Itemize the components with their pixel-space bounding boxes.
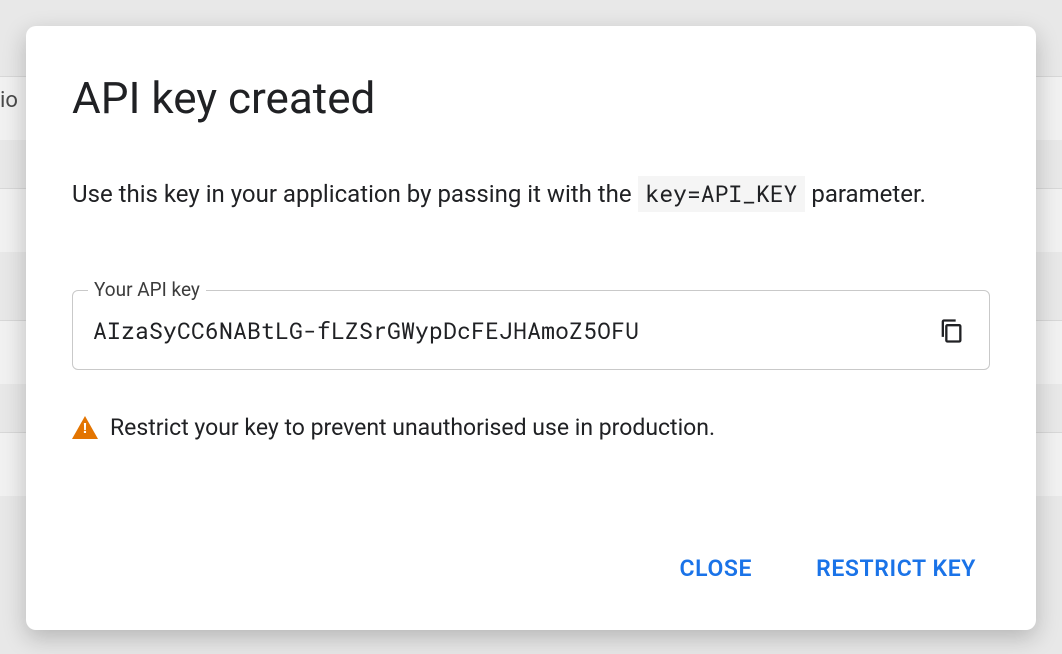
api-key-field: AIzaSyCC6NABtLG-fLZSrGWypDcFEJHAmoZ5OFU	[72, 290, 990, 370]
dialog-title: API key created	[72, 72, 990, 124]
dialog-description: Use this key in your application by pass…	[72, 178, 990, 210]
desc-pre: Use this key in your application by pass…	[72, 180, 638, 208]
warning-icon	[72, 416, 98, 439]
copy-icon	[937, 317, 965, 345]
dialog-actions: CLOSE RESTRICT KEY	[72, 545, 990, 598]
close-button[interactable]: CLOSE	[676, 545, 757, 592]
api-key-field-wrap: Your API key AIzaSyCC6NABtLG-fLZSrGWypDc…	[72, 290, 990, 370]
restrict-key-button[interactable]: RESTRICT KEY	[812, 545, 980, 592]
api-key-field-label: Your API key	[88, 278, 206, 301]
desc-code: key=API_KEY	[638, 176, 806, 212]
desc-post: parameter.	[805, 180, 926, 208]
copy-button[interactable]	[933, 313, 969, 349]
restrict-warning-line: Restrict your key to prevent unauthorise…	[72, 414, 990, 441]
bg-cutoff-label: io	[0, 88, 18, 113]
api-key-created-dialog: API key created Use this key in your app…	[26, 26, 1036, 630]
api-key-value[interactable]: AIzaSyCC6NABtLG-fLZSrGWypDcFEJHAmoZ5OFU	[93, 316, 933, 346]
restrict-warning-text: Restrict your key to prevent unauthorise…	[110, 414, 715, 441]
